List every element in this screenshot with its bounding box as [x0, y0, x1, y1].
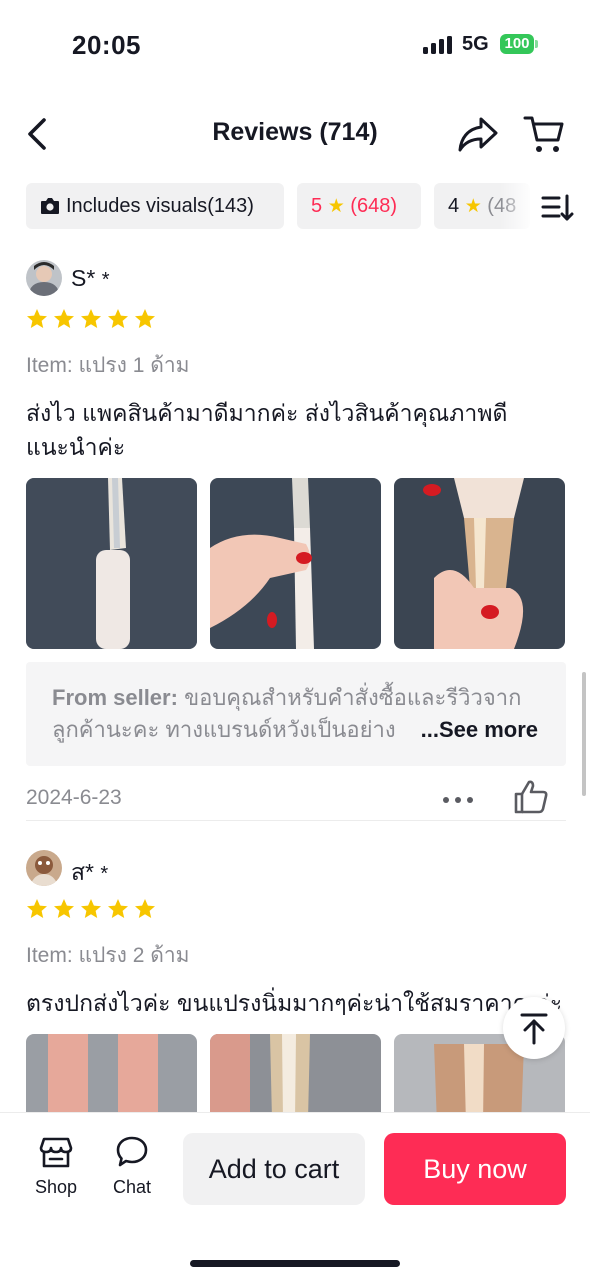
arrow-up-icon [520, 1013, 548, 1045]
sort-button[interactable] [540, 193, 574, 223]
star-icon [107, 308, 129, 330]
more-icon [443, 797, 473, 803]
seller-reply-label: From seller: [52, 685, 178, 710]
shop-icon [39, 1137, 73, 1168]
scrollbar[interactable] [582, 672, 586, 796]
status-time: 20:05 [72, 30, 141, 60]
seller-reply: From seller: ขอบคุณสำหรับคำสั่งซื้อและรี… [26, 662, 566, 766]
filter-visuals-label: Includes visuals [66, 195, 208, 217]
review-meta: 2024-6-23 [26, 780, 566, 838]
see-more-link[interactable]: ...See more [416, 714, 538, 746]
review-date: 2024-6-23 [26, 786, 122, 809]
star-icon [53, 898, 75, 920]
status-bar: 20:05 5G 100 [0, 0, 590, 90]
star-icon [80, 898, 102, 920]
filter-visuals-count: (143) [207, 195, 254, 217]
camera-icon [41, 198, 59, 214]
divider [26, 820, 566, 821]
battery-level: 100 [500, 34, 534, 54]
filter-5-count: (648) [350, 195, 397, 217]
review-photo[interactable] [394, 478, 565, 649]
review-photo[interactable] [210, 478, 381, 649]
cart-icon [523, 116, 564, 152]
home-indicator[interactable] [190, 1260, 400, 1267]
star-icon: ★ [327, 196, 345, 217]
chat-button[interactable]: Chat [100, 1135, 164, 1201]
bottom-action-bar: Shop Chat Add to cart Buy now [0, 1112, 590, 1280]
share-icon [458, 117, 498, 152]
reviewer: ส* * [26, 848, 566, 888]
review-photo[interactable] [26, 478, 197, 649]
chat-label: Chat [112, 1177, 152, 1197]
star-icon [26, 898, 48, 920]
network-type: 5G [462, 33, 489, 55]
reviewer-name: ส* * [71, 859, 109, 885]
signal-icon [423, 36, 453, 54]
like-button[interactable] [512, 778, 550, 816]
shop-button[interactable]: Shop [22, 1135, 90, 1201]
share-button[interactable] [456, 112, 500, 156]
review-item-variant: Item: แปรง 1 ด้าม [26, 354, 190, 377]
reviewer-name: S* * [71, 265, 110, 291]
battery-icon: 100 [500, 34, 538, 54]
filter-5-star[interactable]: 5 ★ (648) [297, 183, 421, 229]
star-rating [26, 308, 566, 338]
buy-now-button[interactable]: Buy now [384, 1133, 566, 1205]
filter-4-rating: 4 [448, 195, 460, 217]
avatar[interactable] [26, 260, 62, 296]
chat-icon [116, 1136, 148, 1167]
thumbs-up-icon [514, 780, 548, 814]
star-icon [53, 308, 75, 330]
filter-5-rating: 5 [311, 195, 323, 217]
add-to-cart-button[interactable]: Add to cart [183, 1133, 365, 1205]
cart-button[interactable] [522, 112, 566, 156]
review-card: S* * Item: แปรง 1 ด้าม ส่งไว แพคสินค้ามา… [26, 258, 566, 838]
star-rating [26, 898, 566, 928]
more-options-button[interactable] [440, 790, 476, 810]
shop-label: Shop [34, 1177, 78, 1197]
review-photos [26, 478, 566, 650]
page-title: Reviews (714) [212, 118, 378, 146]
filter-includes-visuals[interactable]: Includes visuals(143) [26, 183, 284, 229]
back-to-top-button[interactable] [503, 997, 565, 1059]
star-icon: ★ [464, 196, 482, 217]
reviewer: S* * [26, 258, 566, 298]
star-icon [134, 898, 156, 920]
review-item-variant: Item: แปรง 2 ด้าม [26, 944, 190, 967]
review-text: ส่งไว แพคสินค้ามาดีมากค่ะ ส่งไวสินค้าคุณ… [26, 400, 508, 460]
review-filters: Includes visuals(143) 5 ★ (648) 4 ★ (48 [0, 183, 590, 231]
nav-bar: Reviews (714) [0, 100, 590, 170]
avatar[interactable] [26, 850, 62, 886]
sort-icon [541, 194, 574, 221]
star-icon [134, 308, 156, 330]
star-icon [26, 308, 48, 330]
star-icon [80, 308, 102, 330]
star-icon [107, 898, 129, 920]
review-text: ตรงปกส่งไวค่ะ ขนแปรงนิ่มมากๆค่ะน่าใช้สมร… [26, 990, 563, 1016]
